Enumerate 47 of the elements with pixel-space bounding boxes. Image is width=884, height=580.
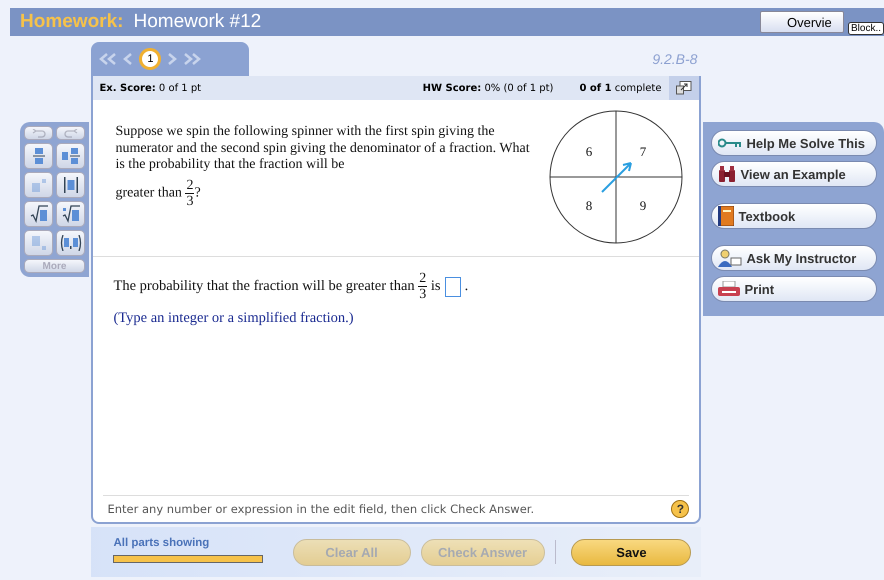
- undo-icon: [32, 128, 46, 138]
- completion-status: 0 of 1 complete: [579, 82, 662, 94]
- binoculars-icon: [718, 166, 736, 182]
- redo-icon: [64, 128, 78, 138]
- tool-button[interactable]: Textbook: [711, 203, 878, 229]
- popout-icon: [676, 81, 692, 95]
- help-button[interactable]: ?: [671, 500, 690, 518]
- page-number[interactable]: 1: [139, 48, 162, 70]
- tooltip: Block..: [848, 22, 884, 35]
- exponent-icon: [32, 178, 46, 192]
- interval-button[interactable]: [56, 230, 85, 256]
- homework-title: Homework #12: [133, 11, 262, 33]
- fraction-icon: [32, 147, 44, 165]
- homework-score: HW Score: 0% (0 of 1 pt): [422, 82, 554, 94]
- nthroot-button[interactable]: [56, 201, 85, 227]
- square-root-icon: [30, 205, 48, 223]
- overview-button[interactable]: Overvie: [760, 11, 844, 33]
- period-text: .: [464, 278, 468, 295]
- hint-text: Enter any number or expression in the edit field, then click Check Answer.: [107, 502, 534, 516]
- nth-root-icon: [62, 205, 80, 223]
- popout-button[interactable]: [669, 76, 700, 100]
- absolute-button[interactable]: [56, 172, 85, 198]
- interval-icon: [60, 235, 82, 251]
- first-page-icon[interactable]: [99, 53, 118, 65]
- subscript-icon: [32, 236, 46, 250]
- instruction-text: (Type an integer or a simplified fraction.): [113, 310, 355, 327]
- book-icon: [718, 206, 734, 226]
- printer-icon: [718, 281, 740, 297]
- tool-button[interactable]: Ask My Instructor: [711, 245, 878, 271]
- sqrt-button[interactable]: [24, 201, 53, 227]
- key-icon: [718, 137, 742, 149]
- parts-label: All parts showing: [113, 537, 210, 549]
- next-page-icon[interactable]: [167, 53, 178, 65]
- problem-id: 9.2.B-8: [652, 51, 698, 67]
- previous-page-icon[interactable]: [123, 53, 134, 65]
- answer-field[interactable]: [444, 276, 461, 296]
- header-label: Homework:: [20, 11, 124, 33]
- exercise-score: Ex. Score: 0 of 1 pt: [99, 82, 202, 94]
- absolute-value-icon: [62, 177, 78, 193]
- tool-button[interactable]: Help Me Solve This: [711, 130, 878, 156]
- tool-button[interactable]: View an Example: [711, 161, 878, 187]
- last-page-icon[interactable]: [183, 53, 202, 65]
- mixed-number-icon: [62, 147, 80, 165]
- tool-button[interactable]: Print: [711, 276, 878, 302]
- action-button[interactable]: Save: [571, 538, 692, 566]
- person-icon: [718, 249, 742, 267]
- spinner-drawing: 6 7 8 9: [549, 110, 684, 244]
